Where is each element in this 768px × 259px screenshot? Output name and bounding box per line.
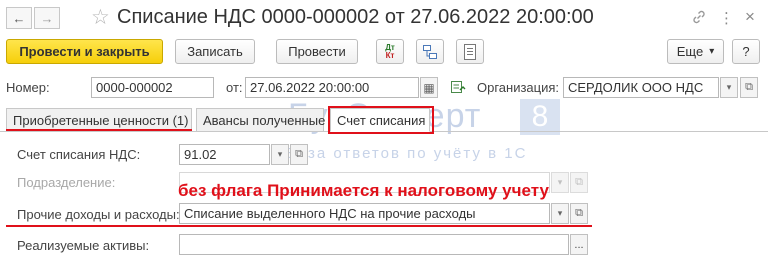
back-button[interactable]: ← [6, 7, 32, 29]
forward-button[interactable]: → [34, 7, 60, 29]
open-form-icon: ⧉ [575, 176, 583, 188]
vat-invoice-icon[interactable] [450, 79, 466, 98]
report-button[interactable] [456, 39, 484, 64]
tab-highlight-underline [6, 129, 192, 131]
other-income-label: Прочие доходы и расходы: [17, 207, 180, 222]
open-form-icon: ⧉ [295, 148, 303, 160]
date-field[interactable]: 27.06.2022 20:00:00 [245, 77, 419, 98]
close-icon[interactable]: × [745, 7, 755, 27]
window-title: Списание НДС 0000-000002 от 27.06.2022 2… [117, 6, 594, 28]
vat-account-label: Счет списания НДС: [17, 147, 141, 162]
tab-highlight-frame [328, 106, 434, 134]
calendar-button[interactable]: ▦ [420, 77, 438, 98]
post-button[interactable]: Провести [276, 39, 358, 64]
dt-kt-icon-bottom: Кт [385, 50, 395, 60]
post-and-close-button[interactable]: Провести и закрыть [6, 39, 163, 64]
vat-account-field[interactable]: 91.02 [179, 144, 270, 165]
other-income-highlight-underline [6, 225, 592, 227]
organization-dropdown-button[interactable]: ▾ [720, 77, 738, 98]
other-income-dropdown-button[interactable]: ▾ [551, 203, 569, 224]
watermark-tagline: База ответов по учёту в 1С [286, 145, 528, 162]
calendar-icon: ▦ [423, 80, 435, 95]
assets-field[interactable] [179, 234, 569, 255]
subdivision-dropdown-button[interactable]: ▾ [551, 172, 569, 193]
other-income-open-button[interactable]: ⧉ [570, 203, 588, 224]
chevron-down-icon: ▾ [726, 82, 732, 92]
annotation-text: без флага Принимается к налоговому учету [178, 181, 549, 200]
vat-account-dropdown-button[interactable]: ▾ [271, 144, 289, 165]
organization-field[interactable]: СЕРДОЛИК ООО НДС [563, 77, 719, 98]
subdivision-label: Подразделение: [17, 175, 116, 190]
dt-kt-button[interactable]: Дт Кт [376, 39, 404, 64]
chevron-down-icon: ▾ [557, 177, 563, 187]
other-income-field[interactable]: Списание выделенного НДС на прочие расхо… [179, 203, 550, 224]
favorite-star-icon[interactable]: ☆ [91, 5, 110, 30]
open-form-icon: ⧉ [745, 81, 753, 93]
arrow-left-icon: ← [12, 10, 26, 26]
help-button[interactable]: ? [732, 39, 760, 64]
organization-label: Организация: [477, 80, 560, 95]
organization-open-button[interactable]: ⧉ [740, 77, 758, 98]
document-structure-icon [423, 44, 437, 59]
more-button[interactable]: Еще ▾ [667, 39, 724, 64]
chevron-down-icon: ▾ [557, 208, 563, 218]
link-icon[interactable] [691, 9, 707, 29]
tab-advances-received[interactable]: Авансы полученные [196, 108, 325, 132]
structure-button[interactable] [416, 39, 444, 64]
open-form-icon: ⧉ [575, 207, 583, 219]
save-button[interactable]: Записать [175, 39, 255, 64]
more-menu-icon[interactable]: ⋮ [719, 9, 734, 27]
arrow-right-icon: → [40, 10, 54, 26]
vat-account-open-button[interactable]: ⧉ [290, 144, 308, 165]
date-label: от: [226, 80, 243, 95]
assets-label: Реализуемые активы: [17, 238, 150, 253]
report-list-icon [464, 43, 476, 60]
number-field[interactable]: 0000-000002 [91, 77, 214, 98]
chevron-down-icon: ▾ [277, 149, 283, 159]
watermark-number: 8 [520, 99, 560, 135]
number-label: Номер: [6, 80, 50, 95]
subdivision-open-button[interactable]: ⧉ [570, 172, 588, 193]
more-button-label: Еще [676, 44, 704, 59]
chevron-down-icon: ▾ [709, 46, 715, 57]
assets-select-button[interactable]: ... [570, 234, 588, 255]
